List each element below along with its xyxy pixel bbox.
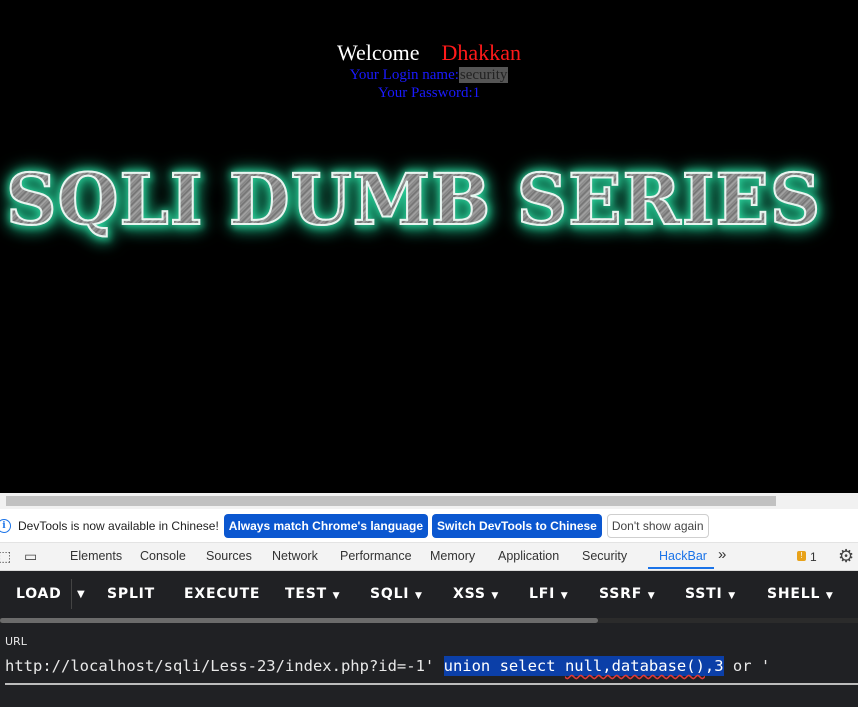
gear-icon[interactable]: ⚙ [838,546,854,567]
tab-sources[interactable]: Sources [206,549,252,563]
tab-console[interactable]: Console [140,549,186,563]
issues-count[interactable]: 1 [810,550,817,564]
shell-menu-label: SHELL [767,586,821,602]
tab-network[interactable]: Network [272,549,318,563]
url-selected-spellcheck: null,database() [564,657,705,675]
url-selected-text: union select null,database(),3 [443,656,724,676]
sqli-menu[interactable]: SQLI ▼ [370,586,423,602]
url-selected-part: ,3 [704,657,724,675]
chevron-right-double-icon[interactable]: » [718,546,726,563]
chevron-down-icon: ▼ [415,591,423,601]
issues-icon[interactable]: ! [797,551,806,561]
dont-show-again-button[interactable]: Don't show again [606,513,709,538]
ssrf-menu-label: SSRF [599,586,643,602]
tab-performance[interactable]: Performance [340,549,412,563]
active-tab-indicator [648,567,714,569]
ssrf-menu[interactable]: SSRF ▼ [599,586,656,602]
tab-application[interactable]: Application [498,549,559,563]
menu-divider [71,579,72,609]
hackbar-menu: LOAD ▼ SPLIT EXECUTE TEST ▼ SQLI ▼ XSS ▼… [0,571,858,618]
infobar-message: DevTools is now available in Chinese! [18,518,219,533]
sqli-menu-label: SQLI [370,586,410,602]
login-name-line: Your Login name:security [0,67,858,84]
horizontal-scrollbar[interactable] [0,493,858,509]
devtools-panel: i DevTools is now available in Chinese! … [0,509,858,707]
ssti-menu[interactable]: SSTI ▼ [685,586,736,602]
lfi-menu[interactable]: LFI ▼ [529,586,569,602]
xss-menu-label: XSS [453,586,486,602]
inspect-icon[interactable]: ⬚ [0,548,11,565]
login-name-label: Your Login name: [349,67,459,83]
chevron-down-icon: ▼ [491,591,500,601]
load-button[interactable]: LOAD [16,586,62,602]
devtools-tabbar: ⬚ ▭ Elements Console Sources Network Per… [0,543,858,571]
sqli-banner-image: SQLI DUMB SERIES [5,157,822,242]
chevron-down-icon: ▼ [825,591,834,601]
language-infobar: i DevTools is now available in Chinese! … [0,509,858,543]
scrollbar-thumb[interactable] [6,496,776,506]
device-toolbar-icon[interactable]: ▭ [24,548,37,565]
tab-elements[interactable]: Elements [70,549,122,563]
hackbar-scrollbar-thumb[interactable] [0,618,598,623]
test-menu[interactable]: TEST ▼ [285,586,340,602]
chevron-down-icon: ▼ [728,591,736,601]
hackbar-panel: LOAD ▼ SPLIT EXECUTE TEST ▼ SQLI ▼ XSS ▼… [0,571,858,707]
xss-menu[interactable]: XSS ▼ [453,586,499,602]
login-name-value: security [458,67,509,83]
match-language-button[interactable]: Always match Chrome's language [223,513,429,538]
tab-memory[interactable]: Memory [430,549,475,563]
welcome-text: Welcome [337,40,420,65]
url-input-underline [5,683,858,685]
url-text-prefix: http://localhost/sqli/Less-23/index.php?… [5,657,444,675]
switch-language-button[interactable]: Switch DevTools to Chinese [432,513,602,538]
test-menu-label: TEST [285,586,327,602]
password-label: Your Password: [377,85,473,101]
info-icon: i [0,518,11,533]
username-text: Dhakkan [441,40,521,65]
page-viewport: Welcome Dhakkan Your Login name:security … [0,0,858,493]
chevron-down-icon: ▼ [647,591,656,601]
hackbar-scrollbar[interactable] [0,618,858,623]
url-text-suffix: or ' [723,657,771,675]
url-input[interactable]: http://localhost/sqli/Less-23/index.php?… [5,656,858,685]
split-button[interactable]: SPLIT [107,586,155,602]
chevron-down-icon: ▼ [332,591,341,601]
welcome-line: Welcome Dhakkan [0,40,858,66]
chevron-down-icon: ▼ [560,591,569,601]
shell-menu[interactable]: SHELL ▼ [767,586,834,602]
url-selected-part: union select [443,657,565,675]
url-label: URL [5,635,27,648]
tab-security[interactable]: Security [582,549,627,563]
lfi-menu-label: LFI [529,586,556,602]
ssti-menu-label: SSTI [685,586,723,602]
load-dropdown-icon[interactable]: ▼ [77,589,86,600]
password-value: 1 [472,85,481,101]
tab-hackbar[interactable]: HackBar [659,549,707,563]
execute-button[interactable]: EXECUTE [184,586,260,602]
password-line: Your Password:1 [0,85,858,102]
